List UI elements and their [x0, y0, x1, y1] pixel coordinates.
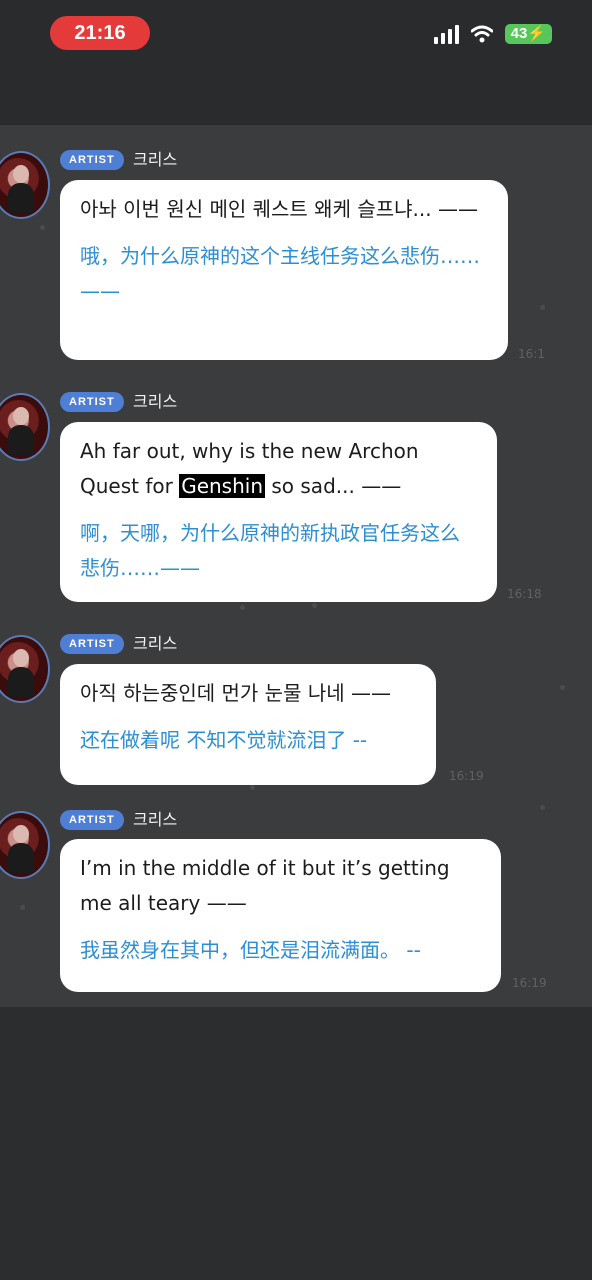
- screen: 21:16 43⚡ ARTIST 크리스 아놔 이번 원신 메인 퀘스트 왜케 …: [0, 0, 592, 1280]
- highlighted-word: Genshin: [179, 474, 266, 498]
- sender-name[interactable]: 크리스: [133, 392, 177, 412]
- message-translation-text: 啊，天哪，为什么原神的新执政官任务这么悲伤……——: [80, 521, 460, 580]
- status-bar: 21:16 43⚡: [0, 0, 592, 125]
- message-bubble[interactable]: 아직 하는중인데 먼가 눈물 나네 —— 还在做着呢 不知不觉就流泪了 --: [60, 664, 436, 785]
- message-original-text: I’m in the middle of it but it’s getting…: [80, 856, 450, 915]
- artist-badge: ARTIST: [60, 392, 124, 412]
- sender-avatar[interactable]: [0, 635, 50, 703]
- sender-name[interactable]: 크리스: [133, 150, 177, 170]
- message-translation-text: 还在做着呢 不知不觉就流泪了 --: [80, 728, 368, 752]
- message-timestamp: 16:1: [518, 347, 545, 361]
- artist-badge: ARTIST: [60, 634, 124, 654]
- message-text-part: so sad... ——: [265, 474, 402, 498]
- message-timestamp: 16:19: [512, 976, 547, 990]
- battery-icon: 43⚡: [504, 24, 552, 44]
- message-translation-text: 哦，为什么原神的这个主线任务这么悲伤……——: [80, 244, 480, 303]
- message-bubble[interactable]: I’m in the middle of it but it’s getting…: [60, 839, 501, 992]
- message-translation-text: 我虽然身在其中，但还是泪流满面。 --: [80, 938, 421, 962]
- sender-avatar[interactable]: [0, 393, 50, 461]
- cellular-signal-icon: [433, 24, 459, 44]
- message-bubble[interactable]: 아놔 이번 원신 메인 퀘스트 왜케 슬프냐... —— 哦，为什么原神的这个主…: [60, 180, 508, 360]
- sender-name[interactable]: 크리스: [133, 634, 177, 654]
- message-bubble[interactable]: Ah far out, why is the new Archon Quest …: [60, 422, 497, 602]
- message-original-text: 아직 하는중인데 먼가 눈물 나네 ——: [80, 681, 391, 705]
- status-time[interactable]: 21:16: [50, 16, 150, 50]
- sender-avatar[interactable]: [0, 151, 50, 219]
- battery-level: 43: [510, 25, 528, 42]
- empty-area: [0, 1007, 592, 1280]
- artist-badge: ARTIST: [60, 810, 124, 830]
- message-original-text: Ah far out, why is the new Archon Quest …: [80, 434, 479, 504]
- message-timestamp: 16:19: [449, 769, 484, 783]
- message-timestamp: 16:18: [507, 587, 542, 601]
- status-icons: 43⚡: [433, 24, 552, 44]
- message-original-text: 아놔 이번 원신 메인 퀘스트 왜케 슬프냐... ——: [80, 197, 478, 221]
- artist-badge: ARTIST: [60, 150, 124, 170]
- sender-avatar[interactable]: [0, 811, 50, 879]
- wifi-icon: [470, 25, 493, 43]
- sender-name[interactable]: 크리스: [133, 810, 177, 830]
- chat-area[interactable]: ARTIST 크리스 아놔 이번 원신 메인 퀘스트 왜케 슬프냐... —— …: [0, 125, 592, 1007]
